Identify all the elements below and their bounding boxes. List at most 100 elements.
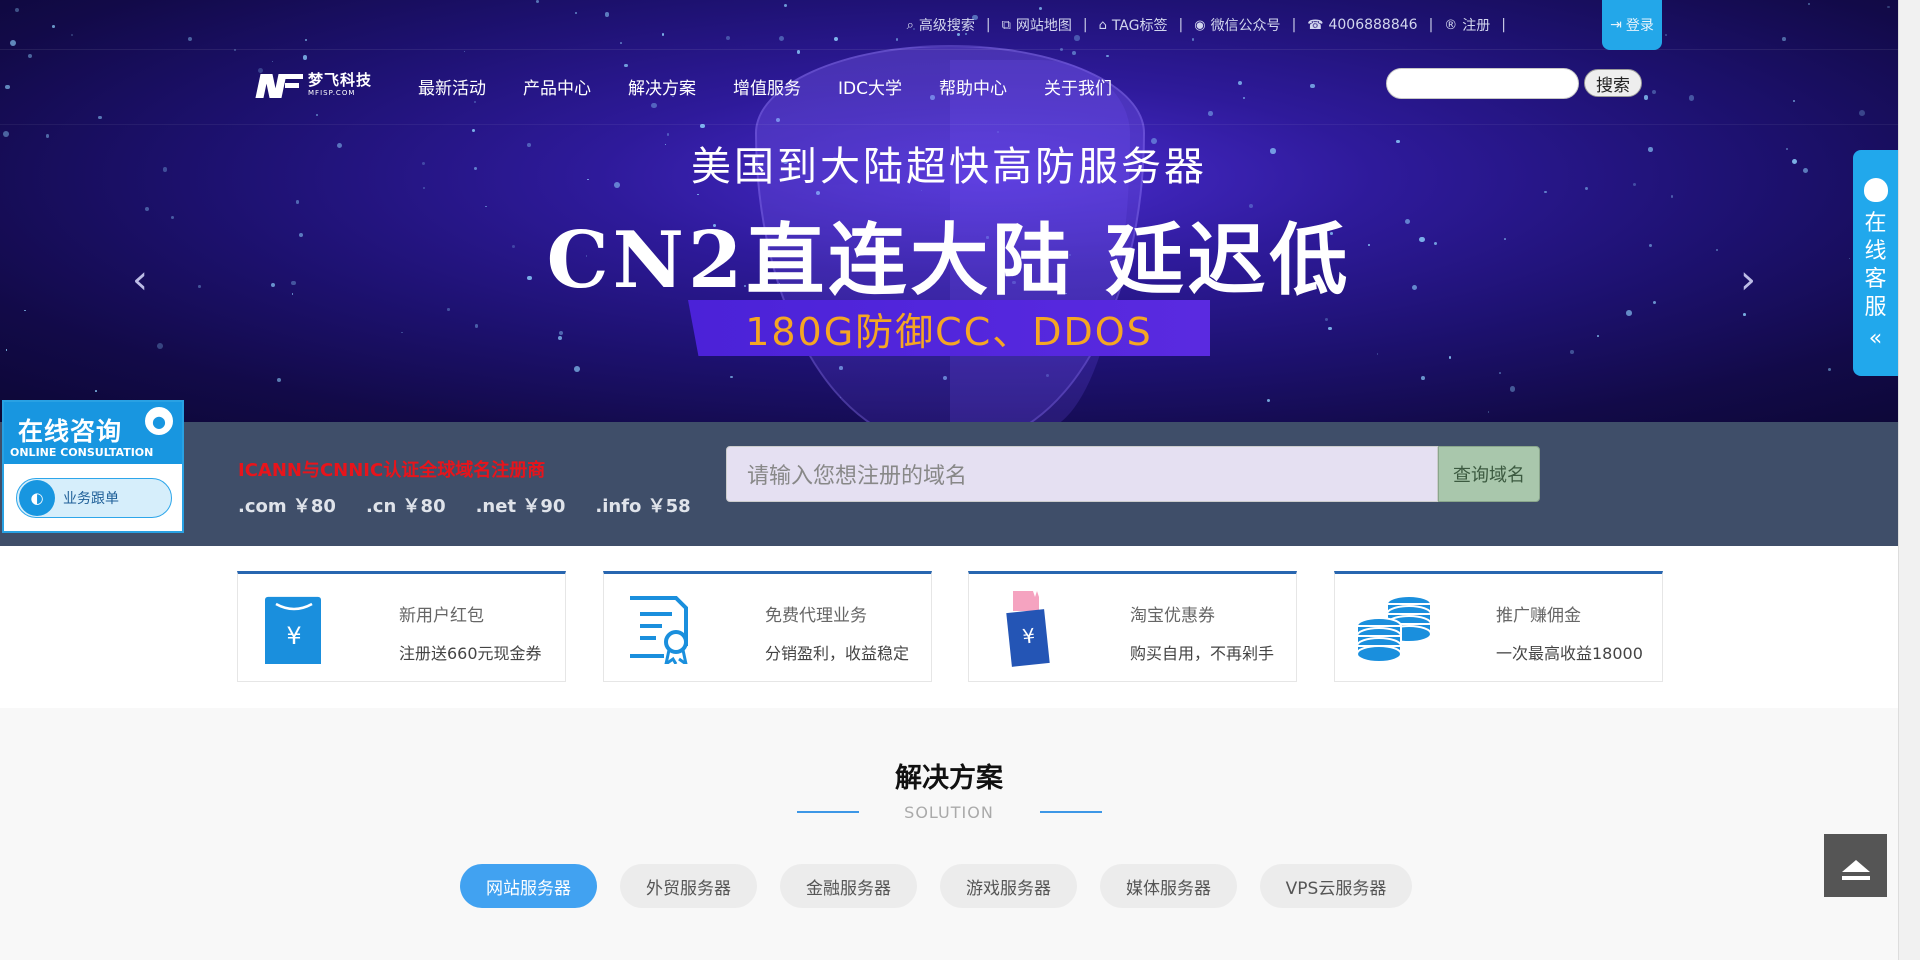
wechat-label: 微信公众号	[1210, 18, 1281, 34]
star-dot	[1827, 367, 1832, 371]
coins-icon	[1356, 595, 1432, 663]
star-dot	[473, 100, 477, 104]
scrollbar[interactable]	[1898, 0, 1920, 960]
register-link[interactable]: ® 注册	[1444, 15, 1490, 35]
feature-desc: 分销盈利，收益稳定	[765, 644, 910, 663]
star-dot	[796, 49, 801, 54]
double-chevron-left-icon: «	[1868, 326, 1883, 351]
carousel-prev-button[interactable]: ‹	[132, 260, 158, 300]
star-dot	[1237, 80, 1242, 85]
tab-finance-server[interactable]: 金融服务器	[780, 864, 917, 908]
star-dot	[1626, 310, 1632, 316]
domain-price-info[interactable]: .info ￥58	[595, 492, 690, 518]
domain-search-section: ICANN与CNNIC认证全球域名注册商 .com ￥80 .cn ￥80 .n…	[0, 422, 1898, 546]
star-dot	[1208, 111, 1213, 116]
star-dot	[14, 7, 19, 12]
star-dot	[276, 377, 281, 382]
nav-item-value-added[interactable]: 增值服务	[733, 74, 801, 99]
logo-mark-icon	[255, 70, 304, 100]
separator: |	[1501, 17, 1506, 33]
solutions-subtitle: SOLUTION	[904, 803, 994, 822]
side-customer-service-button[interactable]: 在线客服 «	[1853, 150, 1898, 376]
advanced-search-link[interactable]: ⌕ 高级搜索	[907, 15, 975, 35]
search-input[interactable]	[1386, 68, 1579, 99]
star-dot	[9, 39, 16, 46]
nav-item-help[interactable]: 帮助中心	[939, 74, 1007, 99]
tag-link[interactable]: ⌂ TAG标签	[1099, 15, 1168, 35]
feature-card-agent[interactable]: 免费代理业务 分销盈利，收益稳定	[603, 571, 932, 682]
sitemap-link[interactable]: ⧉ 网站地图	[1002, 15, 1072, 35]
star-dot	[1376, 353, 1379, 355]
star-dot	[1499, 371, 1501, 374]
star-dot	[783, 3, 788, 7]
logo[interactable]: 梦飞科技 MFISP.COM	[255, 70, 372, 100]
nav-item-products[interactable]: 产品中心	[523, 74, 591, 99]
online-consultation-widget: 在线咨询 ONLINE CONSULTATION ● ◐ 业务跟单	[2, 400, 184, 533]
feature-desc: 一次最高收益18000	[1496, 644, 1643, 663]
star-dot	[1887, 5, 1890, 9]
star-dot	[604, 12, 610, 17]
search-button[interactable]: 搜索	[1584, 69, 1642, 97]
tab-vps-server[interactable]: VPS云服务器	[1260, 864, 1412, 908]
star-dot	[833, 37, 838, 42]
domain-search-input[interactable]: 请输入您想注册的域名	[726, 446, 1438, 502]
svg-text:¥: ¥	[1021, 623, 1036, 648]
star-dot	[70, 33, 73, 36]
tab-game-server[interactable]: 游戏服务器	[940, 864, 1077, 908]
separator: |	[985, 17, 991, 33]
wechat-link[interactable]: ◉ 微信公众号	[1194, 15, 1280, 35]
carousel-next-button[interactable]: ›	[1740, 260, 1766, 300]
star-dot	[1420, 376, 1425, 380]
star-dot	[624, 63, 629, 68]
tab-media-server[interactable]: 媒体服务器	[1100, 864, 1237, 908]
feature-card-new-user[interactable]: ¥ 新用户红包 注册送660元现金券	[237, 571, 566, 682]
hero-subtitle: 美国到大陆超快高防服务器	[691, 144, 1207, 190]
star-dot	[697, 193, 699, 196]
wechat-icon: ◉	[1194, 17, 1206, 33]
domain-price-cn[interactable]: .cn ￥80	[366, 492, 446, 518]
tag-label: TAG标签	[1111, 18, 1168, 34]
star-dot	[1859, 109, 1865, 116]
star-dot	[1743, 312, 1747, 316]
separator: |	[1178, 17, 1184, 33]
svg-text:¥: ¥	[286, 622, 301, 650]
feature-title: 推广赚佣金	[1496, 606, 1581, 626]
domain-prices: .com ￥80 .cn ￥80 .net ￥90 .info ￥58	[238, 492, 691, 518]
phone-link[interactable]: ☎ 4006888846	[1307, 17, 1417, 33]
star-dot	[573, 366, 580, 373]
domain-price-com[interactable]: .com ￥80	[238, 492, 336, 518]
star-dot	[536, 0, 540, 3]
nav-item-solutions[interactable]: 解决方案	[628, 74, 696, 99]
star-dot	[726, 36, 731, 41]
login-button[interactable]: ⇥ 登录	[1602, 0, 1662, 50]
tab-trade-server[interactable]: 外贸服务器	[620, 864, 757, 908]
phone-number: 4006888846	[1328, 17, 1418, 33]
nav-item-idc-university[interactable]: IDC大学	[838, 74, 902, 99]
star-dot	[778, 35, 784, 41]
star-dot	[620, 42, 622, 44]
qq-icon: ◐	[19, 480, 55, 516]
logo-subtext: MFISP.COM	[308, 89, 356, 97]
nav-item-activities[interactable]: 最新活动	[418, 74, 486, 99]
domain-search-button[interactable]: 查询域名	[1438, 446, 1540, 502]
star-dot	[302, 55, 308, 61]
business-followup-button[interactable]: ◐ 业务跟单	[16, 478, 172, 518]
star-dot	[1782, 37, 1787, 41]
star-dot	[1324, 317, 1328, 321]
star-dot	[1570, 349, 1574, 354]
separator: |	[1291, 17, 1297, 33]
coupon-icon: ¥	[1006, 591, 1050, 667]
tab-website-server[interactable]: 网站服务器	[460, 864, 597, 908]
domain-price-net[interactable]: .net ￥90	[476, 492, 566, 518]
back-to-top-button[interactable]	[1824, 834, 1887, 897]
star-dot	[27, 53, 33, 59]
feature-card-taobao[interactable]: ¥ 淘宝优惠券 购买自用，不再剁手	[968, 571, 1297, 682]
topbar: ⌕ 高级搜索 | ⧉ 网站地图 | ⌂ TAG标签 | ◉ 微信公众号 | ☎ …	[907, 14, 1517, 36]
sitemap-label: 网站地图	[1015, 18, 1072, 34]
star-dot	[316, 114, 319, 117]
feature-card-commission[interactable]: 推广赚佣金 一次最高收益18000	[1334, 571, 1663, 682]
star-dot	[5, 349, 8, 352]
nav-item-about[interactable]: 关于我们	[1044, 74, 1112, 99]
star-dot	[1191, 37, 1195, 41]
feature-title: 淘宝优惠券	[1130, 606, 1215, 626]
